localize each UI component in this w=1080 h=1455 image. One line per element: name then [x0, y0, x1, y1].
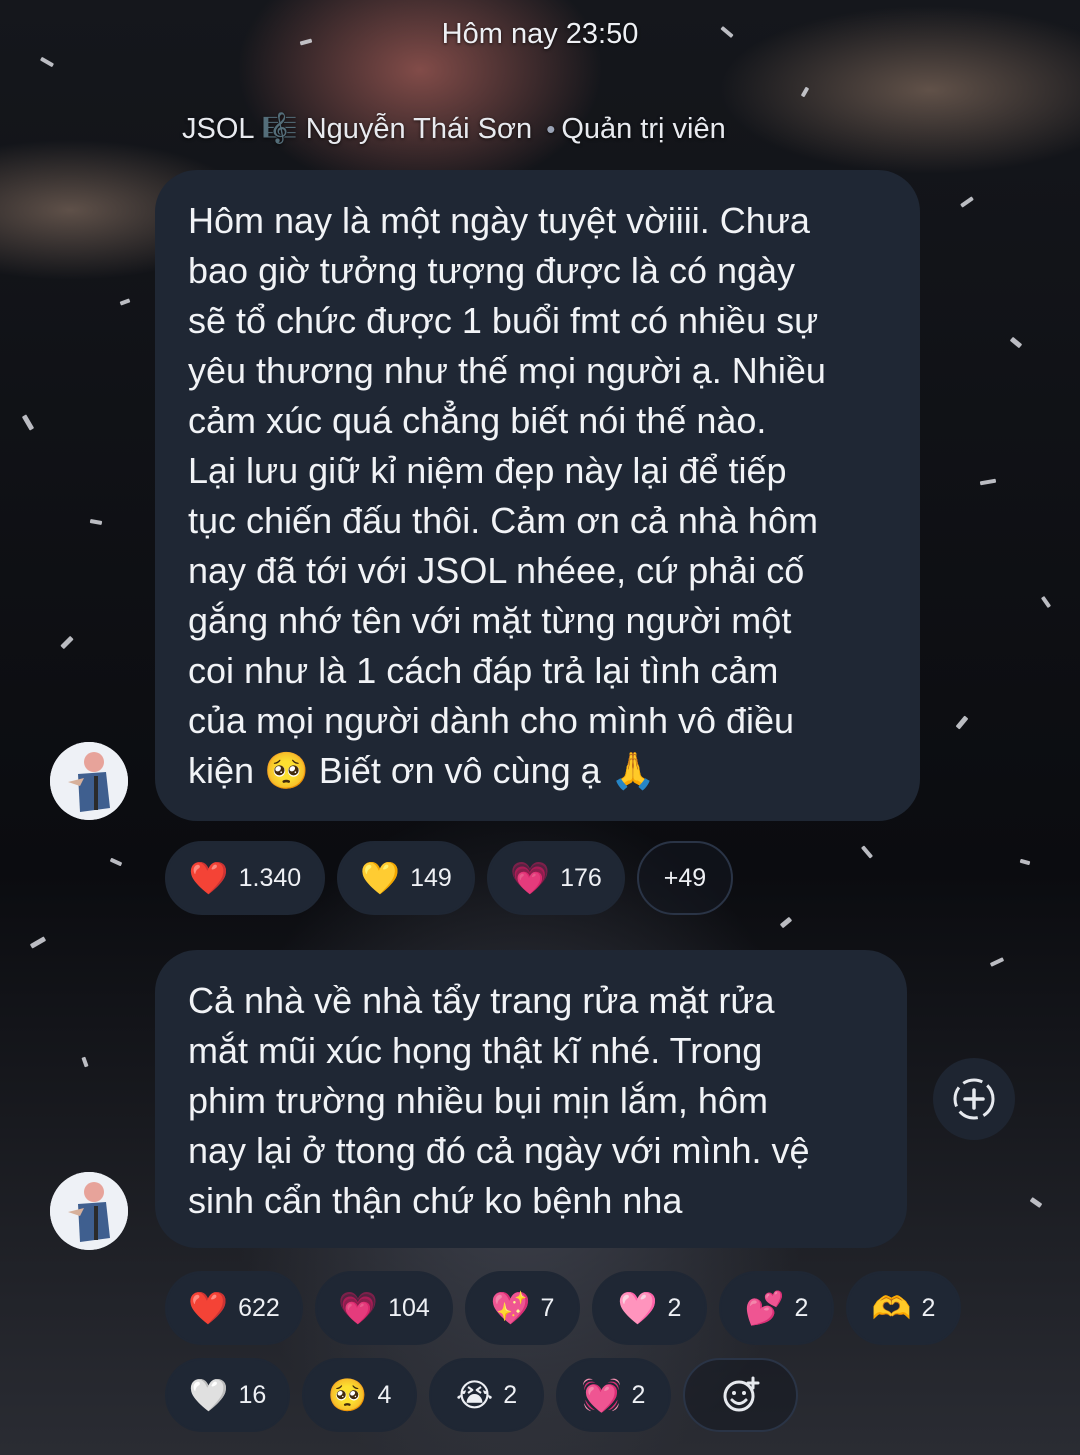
sender-header[interactable]: JSOL 🎼 Nguyễn Thái Sơn • Quản trị viên	[182, 112, 726, 146]
reaction-count: 2	[631, 1380, 646, 1409]
growing-heart-icon: 💗	[338, 1290, 379, 1326]
avatar-image	[50, 742, 128, 820]
reaction-pleading-face[interactable]: 🥺 4	[302, 1358, 417, 1432]
white-heart-icon: 🤍	[188, 1377, 229, 1413]
reaction-count: 2	[667, 1293, 682, 1322]
music-score-icon: 🎼	[261, 113, 298, 145]
more-reactions-button[interactable]: +49	[637, 841, 733, 915]
reaction-count: 2	[921, 1293, 936, 1322]
reaction-growing-heart[interactable]: 💗 176	[487, 841, 625, 915]
heart-hands-icon: 🫶	[871, 1290, 912, 1326]
message-bubble[interactable]: Cả nhà về nhà tẩy trang rửa mặt rửa mắt …	[155, 950, 907, 1248]
reaction-count: 622	[238, 1293, 280, 1322]
reaction-count: 1.340	[238, 863, 302, 892]
message-text: Cả nhà về nhà tẩy trang rửa mặt rửa mắt …	[188, 980, 810, 1221]
reaction-heart-hands[interactable]: 🫶 2	[846, 1271, 961, 1345]
add-reaction-button[interactable]	[683, 1358, 798, 1432]
sender-name: Nguyễn Thái Sơn	[305, 113, 533, 145]
channel-name: JSOL	[182, 113, 254, 145]
sparkling-heart-icon: 💖	[490, 1290, 531, 1326]
message-text: Hôm nay là một ngày tuyệt vờiiii. Chưa b…	[188, 200, 826, 791]
pleading-face-icon: 🥺	[327, 1377, 368, 1413]
reaction-beating-heart[interactable]: 💓 2	[556, 1358, 671, 1432]
reaction-count: 176	[560, 863, 602, 892]
two-hearts-icon: 💕	[744, 1290, 785, 1326]
reaction-count: 4	[377, 1380, 392, 1409]
crying-face-icon: 😭	[455, 1377, 494, 1413]
reaction-two-hearts[interactable]: 💕 2	[719, 1271, 834, 1345]
avatar[interactable]	[50, 1172, 128, 1250]
growing-heart-icon: 💗	[510, 860, 551, 896]
reaction-pink-heart[interactable]: 🩷 2	[592, 1271, 707, 1345]
separator-dot: •	[546, 114, 556, 144]
avatar[interactable]	[50, 742, 128, 820]
reaction-white-heart[interactable]: 🤍 16	[165, 1358, 290, 1432]
pink-heart-icon: 🩷	[617, 1290, 658, 1326]
reaction-sparkling-heart[interactable]: 💖 7	[465, 1271, 580, 1345]
red-heart-icon: ❤️	[188, 1290, 229, 1326]
reaction-crying-face[interactable]: 😭 2	[429, 1358, 544, 1432]
reaction-count: 149	[410, 863, 452, 892]
add-button[interactable]	[933, 1058, 1015, 1140]
reaction-bar: ❤️ 622 💗 104 💖 7 🩷 2 💕 2 🫶 2	[165, 1271, 961, 1345]
sender-role: Quản trị viên	[561, 113, 726, 145]
reaction-bar: 🤍 16 🥺 4 😭 2 💓 2	[165, 1358, 798, 1432]
more-reactions-count: +49	[663, 863, 707, 892]
yellow-heart-icon: 💛	[360, 860, 401, 896]
reaction-growing-heart[interactable]: 💗 104	[315, 1271, 453, 1345]
add-circle-icon	[953, 1078, 995, 1120]
avatar-image	[50, 1172, 128, 1250]
message-bubble[interactable]: Hôm nay là một ngày tuyệt vờiiii. Chưa b…	[155, 170, 920, 821]
reaction-heart[interactable]: ❤️ 1.340	[165, 841, 325, 915]
reaction-count: 2	[794, 1293, 809, 1322]
message-timestamp: Hôm nay 23:50	[441, 18, 639, 50]
add-emoji-icon	[723, 1376, 759, 1412]
reaction-count: 2	[503, 1380, 518, 1409]
reaction-heart[interactable]: ❤️ 622	[165, 1271, 303, 1345]
red-heart-icon: ❤️	[188, 860, 229, 896]
reaction-count: 16	[238, 1380, 267, 1409]
reaction-count: 7	[540, 1293, 555, 1322]
beating-heart-icon: 💓	[581, 1377, 622, 1413]
reaction-bar: ❤️ 1.340 💛 149 💗 176 +49	[165, 841, 733, 915]
reaction-yellow-heart[interactable]: 💛 149	[337, 841, 475, 915]
reaction-count: 104	[388, 1293, 430, 1322]
